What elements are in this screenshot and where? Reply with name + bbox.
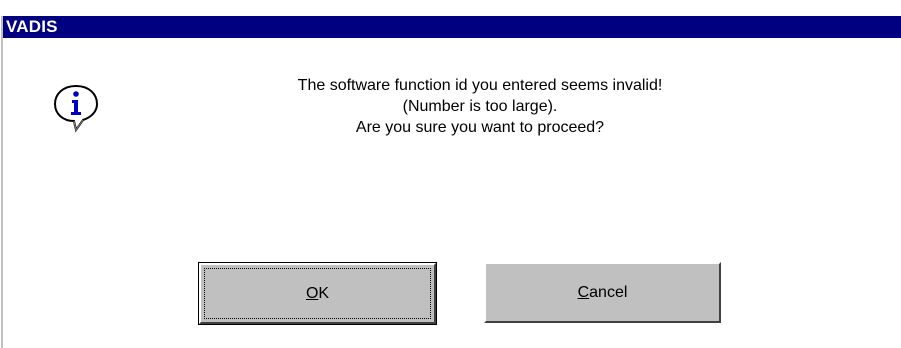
dialog-message: The software function id you entered see… xyxy=(180,75,780,138)
message-dialog: VADIS The software function id you enter… xyxy=(0,0,901,348)
message-line-3: Are you sure you want to proceed? xyxy=(355,119,605,136)
screen-top-strip xyxy=(0,0,901,16)
dialog-left-edge xyxy=(0,16,3,348)
message-line-2: (Number is too large). xyxy=(402,98,558,115)
ok-button[interactable]: OK xyxy=(198,262,437,325)
dialog-title: VADIS xyxy=(6,17,58,36)
dialog-title-bar[interactable]: VADIS xyxy=(3,16,901,38)
info-icon xyxy=(50,82,102,134)
focus-rectangle xyxy=(204,268,431,319)
message-line-1: The software function id you entered see… xyxy=(297,77,663,94)
cancel-label-rest: ancel xyxy=(589,283,628,301)
cancel-button-label: Cancel xyxy=(578,284,628,302)
cancel-accelerator: C xyxy=(577,283,590,301)
cancel-button[interactable]: Cancel xyxy=(484,262,721,323)
